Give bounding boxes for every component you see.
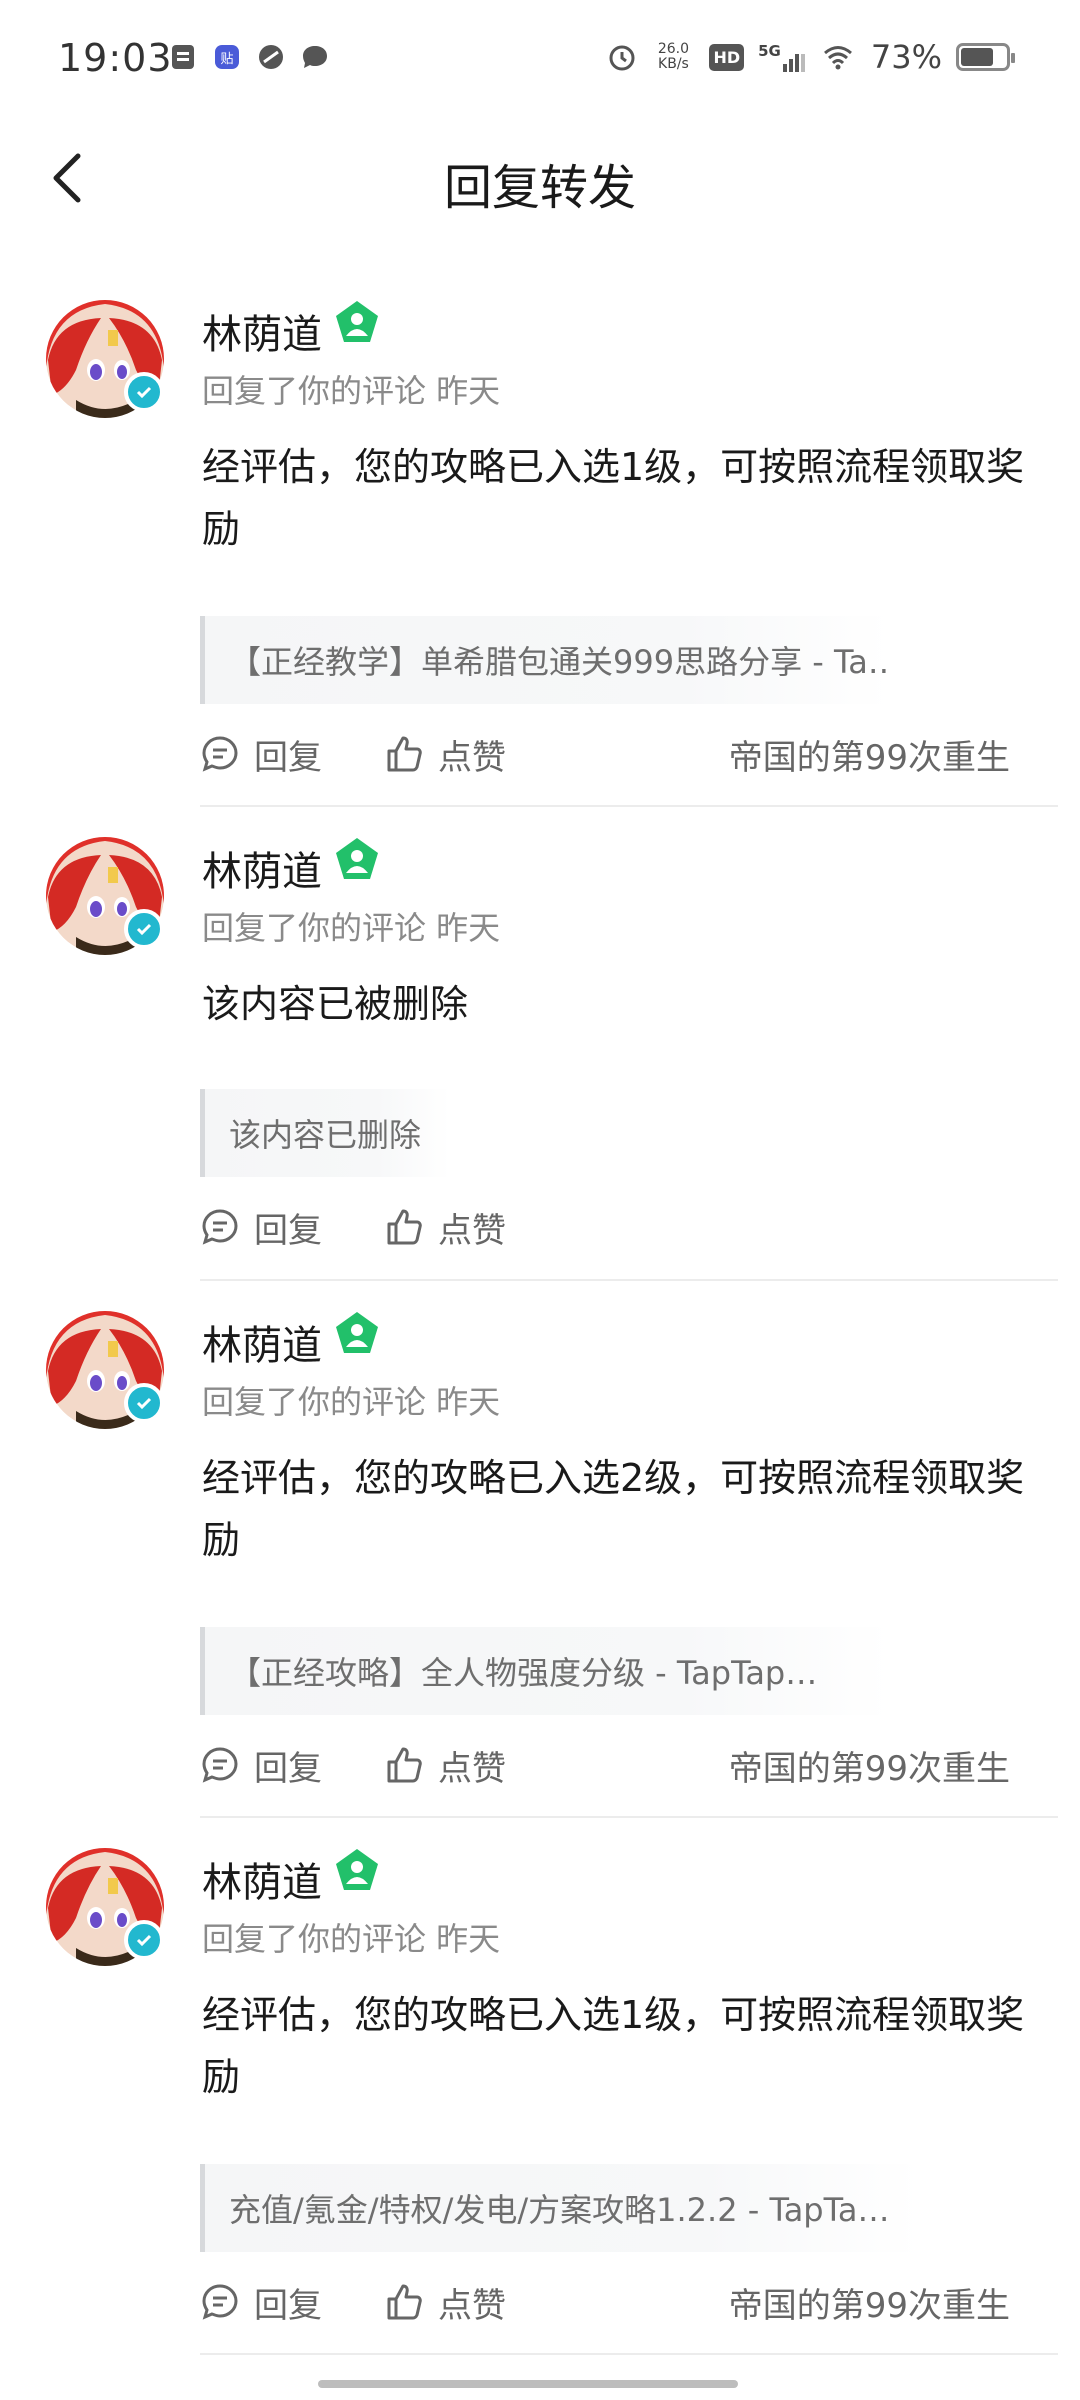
thumbs-up-icon	[387, 2284, 422, 2320]
battery-level	[961, 48, 993, 66]
source-author[interactable]: 帝国的第99次重生	[729, 1741, 1010, 1790]
divider	[200, 2353, 1058, 2355]
hd-icon: HD	[709, 43, 745, 71]
source-author[interactable]: 帝国的第99次重生	[729, 730, 1010, 779]
system-icons: 26.0 KB/s HD 5G 73%	[607, 38, 1015, 76]
wifi-icon	[823, 46, 852, 70]
user-name[interactable]: 林荫道	[202, 1850, 322, 1908]
reply-actions: 回复 点赞 帝国的第99次重生	[200, 1735, 1010, 1795]
sim-card-icon	[172, 45, 194, 69]
comment-icon	[202, 736, 238, 772]
tieba-app-icon: 贴	[215, 45, 239, 69]
reply-item[interactable]: 林荫道 回复了你的评论 昨天 经评估，您的攻略已入选1级，可按照流程领取奖励 【…	[0, 270, 1080, 807]
reply-actions: 回复 点赞 帝国的第99次重生	[200, 2272, 1010, 2332]
alarm-icon	[609, 45, 635, 71]
comment-icon	[202, 1209, 238, 1245]
link-app-icon	[259, 45, 283, 69]
reply-meta: 回复了你的评论 昨天	[202, 1383, 501, 1421]
reply-item[interactable]: 林荫道 回复了你的评论 昨天 该内容已被删除 该内容已删除 回复 点赞	[0, 807, 1080, 1281]
quoted-post[interactable]: 该内容已删除	[200, 1089, 450, 1177]
quoted-post[interactable]: 充值/氪金/特权/发电/方案攻略1.2.2 - TapTa…	[200, 2164, 920, 2252]
status-time: 19:03	[58, 36, 173, 80]
reply-meta: 回复了你的评论 昨天	[202, 909, 501, 947]
reply-actions: 回复 点赞	[200, 1197, 1010, 1257]
creator-level-icon	[336, 1312, 378, 1353]
like-button[interactable]: 点赞	[384, 1741, 506, 1790]
thumbs-up-icon	[387, 736, 422, 772]
like-button[interactable]: 点赞	[384, 730, 506, 779]
verified-badge-icon	[124, 1920, 164, 1960]
creator-level-icon	[336, 301, 378, 342]
quoted-post[interactable]: 【正经攻略】全人物强度分级 - TapTap…	[200, 1627, 890, 1715]
notification-icons: 贴	[168, 42, 330, 72]
page-title: 回复转发	[443, 160, 636, 216]
svg-text:贴: 贴	[220, 52, 233, 67]
home-indicator[interactable]	[318, 2380, 738, 2388]
reply-item[interactable]: 林荫道 回复了你的评论 昨天 经评估，您的攻略已入选1级，可按照流程领取奖励 充…	[0, 1818, 1080, 2355]
thumbs-up-icon	[387, 1747, 422, 1783]
reply-content[interactable]: 该内容已被删除	[202, 973, 1032, 1035]
user-name[interactable]: 林荫道	[202, 1313, 322, 1371]
quoted-post[interactable]: 【正经教学】单希腊包通关999思路分享 - Ta…	[200, 616, 890, 704]
source-author[interactable]: 帝国的第99次重生	[729, 2278, 1010, 2327]
reply-meta: 回复了你的评论 昨天	[202, 1920, 501, 1958]
status-bar: 19:03 贴 26.0 KB/s HD 5G 73%	[0, 0, 1080, 120]
verified-badge-icon	[124, 909, 164, 949]
like-button[interactable]: 点赞	[384, 2278, 506, 2327]
chat-bubble-icon	[303, 46, 327, 68]
reply-item[interactable]: 林荫道 回复了你的评论 昨天 经评估，您的攻略已入选2级，可按照流程领取奖励 【…	[0, 1281, 1080, 1818]
reply-actions: 回复 点赞 帝国的第99次重生	[200, 724, 1010, 784]
reply-meta: 回复了你的评论 昨天	[202, 372, 501, 410]
network-speed: 26.0 KB/s	[657, 41, 690, 72]
verified-badge-icon	[124, 1383, 164, 1423]
reply-button[interactable]: 回复	[200, 2278, 322, 2327]
user-name[interactable]: 林荫道	[202, 302, 322, 360]
reply-content[interactable]: 经评估，您的攻略已入选1级，可按照流程领取奖励	[202, 436, 1032, 560]
reply-content[interactable]: 经评估，您的攻略已入选1级，可按照流程领取奖励	[202, 1984, 1032, 2108]
app-header: 回复转发	[0, 120, 1080, 240]
reply-list: 林荫道 回复了你的评论 昨天 经评估，您的攻略已入选1级，可按照流程领取奖励 【…	[0, 270, 1080, 2355]
creator-level-icon	[336, 1849, 378, 1890]
reply-button[interactable]: 回复	[200, 730, 322, 779]
thumbs-up-icon	[387, 1209, 422, 1245]
comment-icon	[202, 1747, 238, 1783]
reply-content[interactable]: 经评估，您的攻略已入选2级，可按照流程领取奖励	[202, 1447, 1032, 1571]
reply-button[interactable]: 回复	[200, 1741, 322, 1790]
signal-5g-icon: 5G	[758, 42, 805, 72]
battery-icon	[956, 43, 1015, 71]
reply-button[interactable]: 回复	[200, 1203, 322, 1252]
battery-percent: 73%	[870, 38, 942, 76]
verified-badge-icon	[124, 372, 164, 412]
like-button[interactable]: 点赞	[384, 1203, 506, 1252]
creator-level-icon	[336, 838, 378, 879]
user-name[interactable]: 林荫道	[202, 839, 322, 897]
comment-icon	[202, 2284, 238, 2320]
